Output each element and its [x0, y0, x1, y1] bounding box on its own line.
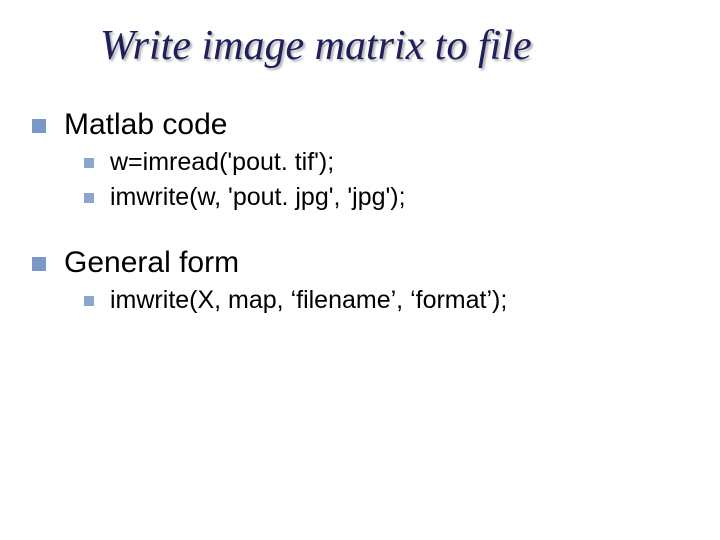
square-bullet-icon	[32, 119, 46, 133]
section-heading: General form	[64, 246, 239, 280]
list-item: w=imread('pout. tif');	[84, 148, 700, 177]
slide-body: Matlab code w=imread('pout. tif'); imwri…	[32, 104, 700, 317]
list-item: General form	[32, 246, 700, 280]
slide: Write image matrix to file Matlab code w…	[0, 0, 720, 540]
list-item: imwrite(w, 'pout. jpg', 'jpg');	[84, 183, 700, 212]
slide-title: Write image matrix to file	[100, 22, 532, 70]
code-line: imwrite(X, map, ‘filename’, ‘format’);	[110, 286, 507, 315]
spacer	[32, 214, 700, 242]
square-bullet-icon	[32, 257, 46, 271]
square-bullet-icon	[84, 193, 94, 203]
code-line: w=imread('pout. tif');	[110, 148, 334, 177]
section-heading: Matlab code	[64, 108, 227, 142]
code-line: imwrite(w, 'pout. jpg', 'jpg');	[110, 183, 406, 212]
square-bullet-icon	[84, 158, 94, 168]
list-item: imwrite(X, map, ‘filename’, ‘format’);	[84, 286, 700, 315]
list-item: Matlab code	[32, 108, 700, 142]
square-bullet-icon	[84, 296, 94, 306]
